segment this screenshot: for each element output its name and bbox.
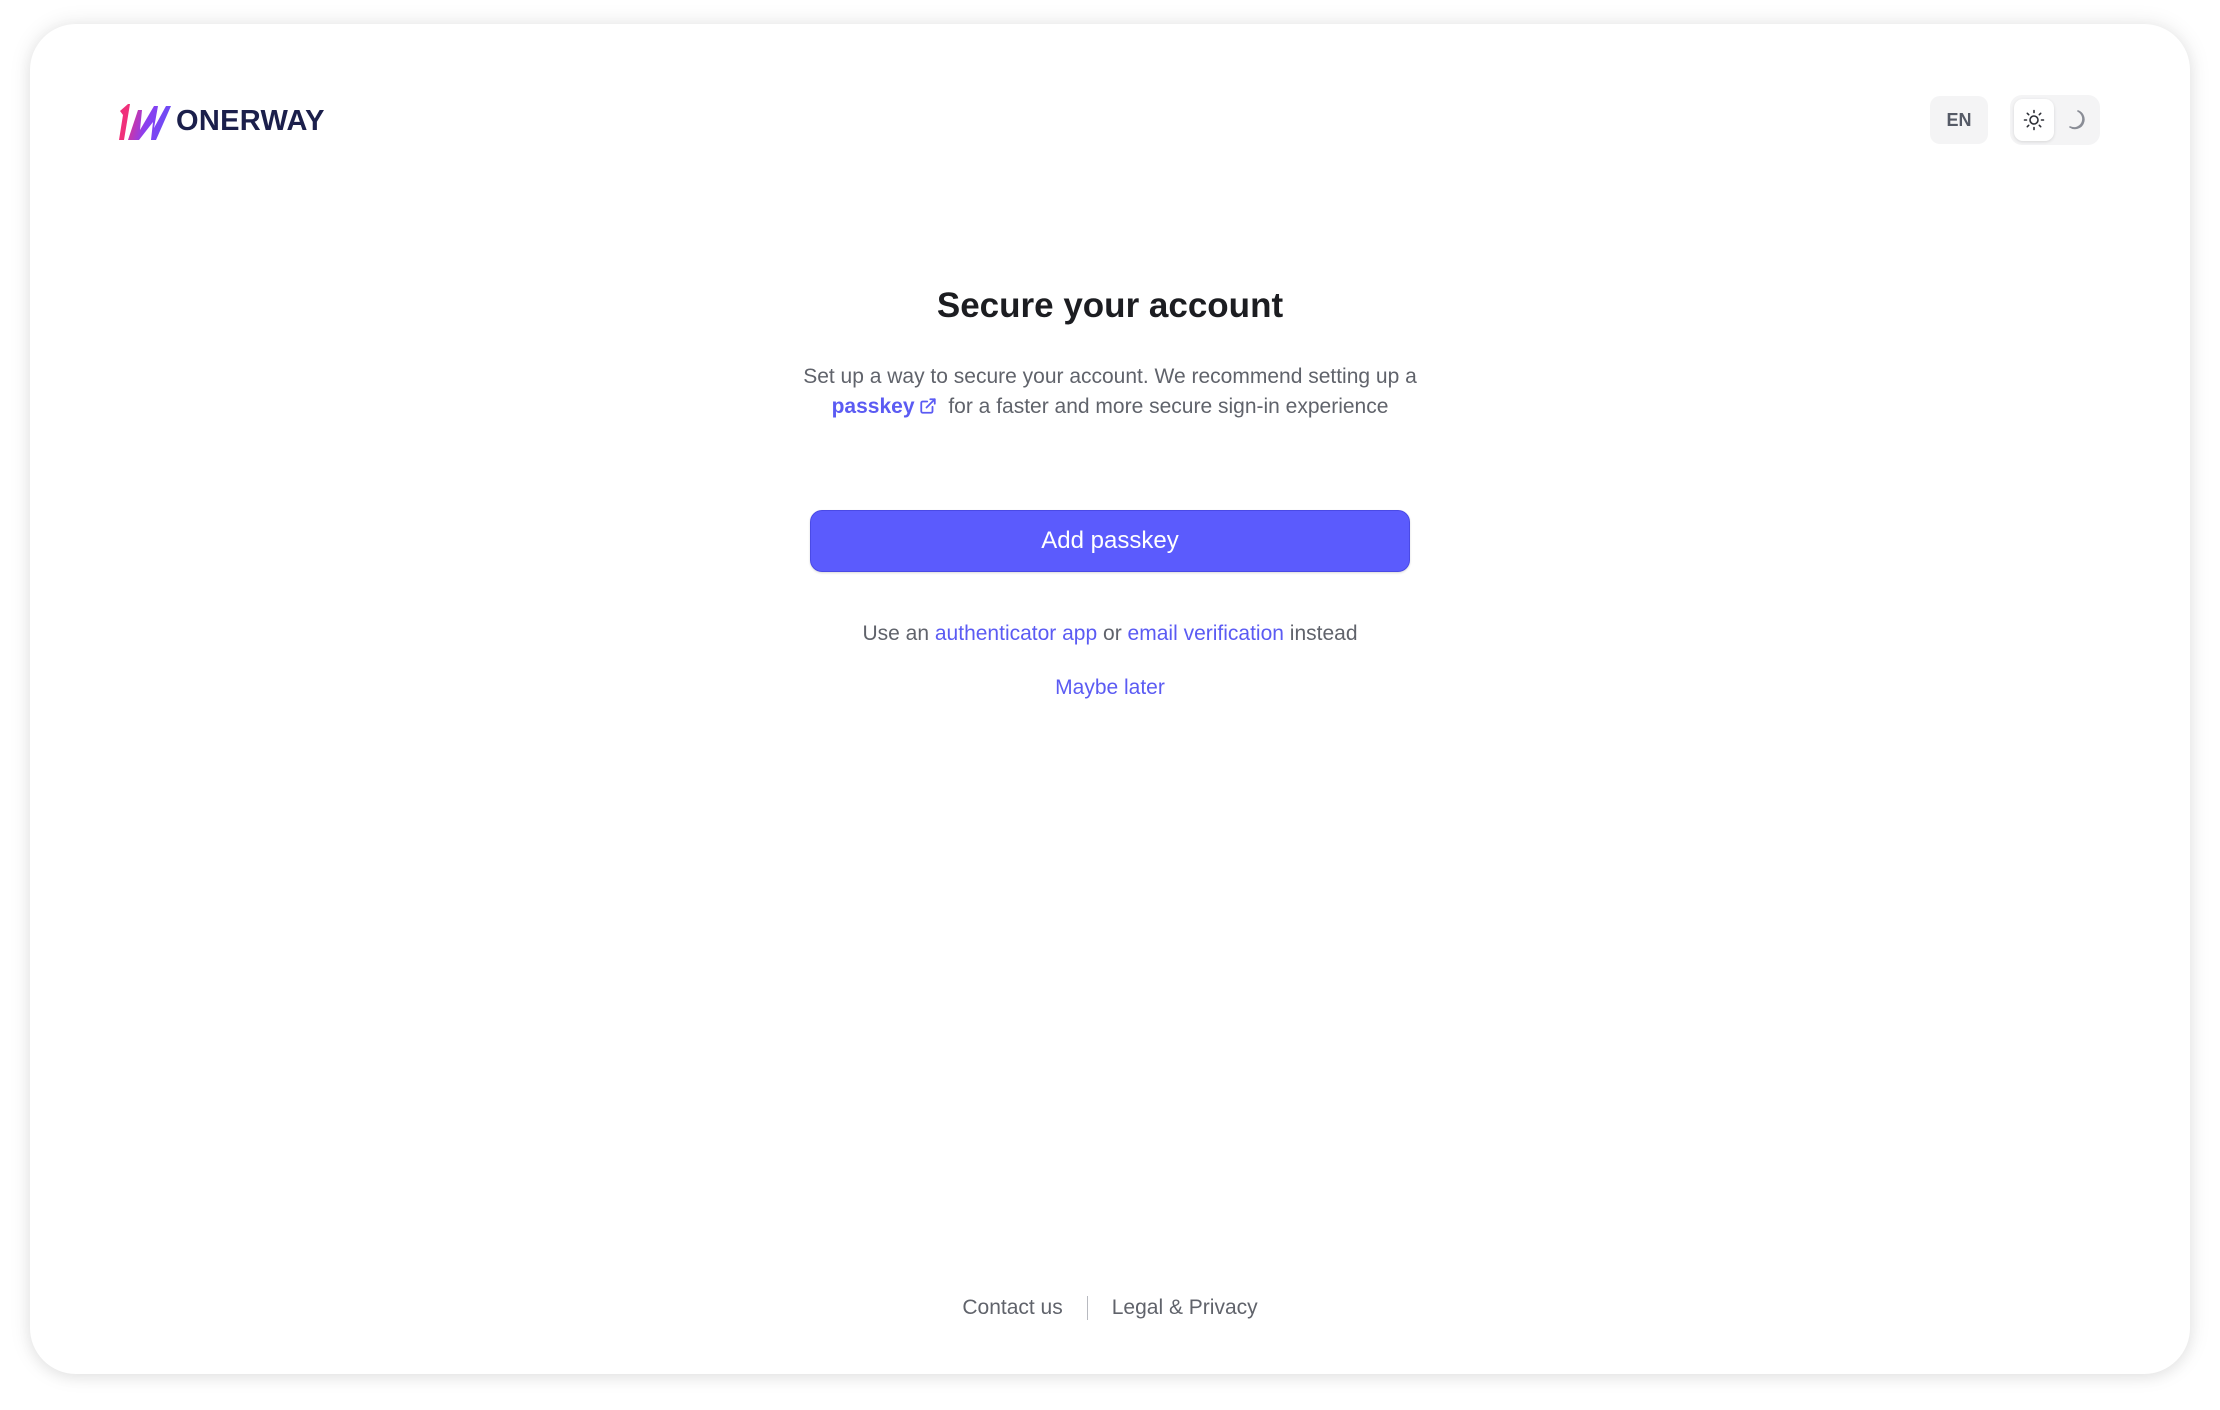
language-selector[interactable]: EN	[1930, 96, 1988, 144]
alternative-methods: Use an authenticator app or email verifi…	[30, 619, 2190, 649]
passkey-link-label: passkey	[831, 395, 915, 418]
maybe-later-row: Maybe later	[30, 673, 2190, 703]
contact-us-link[interactable]: Contact us	[962, 1296, 1062, 1320]
maybe-later-link[interactable]: Maybe later	[1055, 676, 1165, 699]
light-theme-button[interactable]	[2014, 99, 2054, 141]
alt-prefix-text: Use an	[862, 622, 930, 645]
alt-suffix-text: instead	[1289, 622, 1358, 645]
page-description: Set up a way to secure your account. We …	[790, 362, 1430, 422]
brand-name: ONERWAY	[176, 104, 325, 137]
legal-privacy-link[interactable]: Legal & Privacy	[1112, 1296, 1258, 1320]
alt-or-text: or	[1103, 622, 1122, 645]
app-window: ONERWAY EN Secure your account Set up a …	[30, 24, 2190, 1374]
add-passkey-button[interactable]: Add passkey	[810, 510, 1410, 572]
description-text-before: Set up a way to secure your account. We …	[803, 365, 1417, 388]
external-link-icon	[919, 398, 936, 414]
passkey-link[interactable]: passkey	[832, 395, 943, 418]
footer-divider	[1086, 1296, 1088, 1320]
onerway-logo[interactable]: ONERWAY	[118, 99, 325, 143]
description-text-after: for a faster and more secure sign-in exp…	[948, 395, 1389, 418]
dark-theme-button[interactable]	[2056, 99, 2096, 141]
page-title: Secure your account	[936, 286, 1284, 325]
sun-icon	[2023, 109, 2045, 131]
onerway-logo-mark-icon	[119, 104, 171, 140]
moon-icon	[2069, 110, 2085, 130]
authenticator-app-link[interactable]: authenticator app	[935, 622, 1097, 645]
theme-toggle	[2010, 95, 2100, 145]
email-verification-link[interactable]: email verification	[1128, 622, 1284, 645]
footer: Contact us Legal & Privacy	[30, 1296, 2190, 1320]
